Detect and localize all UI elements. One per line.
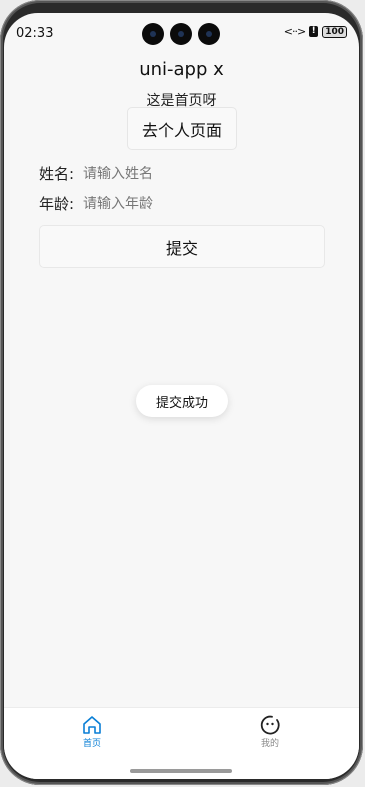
age-label: 年龄: [39,195,75,213]
phone-frame: 02:33 <··> ! 100 uni-app x 这是首页呀 去个人页面 姓… [0,0,363,785]
app-title: uni-app x [139,59,224,80]
camera-icon [142,23,164,45]
tab-home[interactable]: 首页 [62,714,122,749]
screen: 02:33 <··> ! 100 uni-app x 这是首页呀 去个人页面 姓… [4,13,359,779]
status-icons: <··> ! 100 [284,25,347,38]
tab-me[interactable]: 我的 [240,714,300,749]
profile-icon [260,715,280,735]
submit-button[interactable]: 提交 [39,225,325,268]
status-time: 02:33 [16,26,54,41]
tab-home-label: 首页 [82,739,101,749]
camera-icon [170,23,192,45]
name-input[interactable] [83,165,283,182]
alert-icon: ! [309,26,319,37]
home-icon [83,716,101,734]
toast-message: 提交成功 [136,385,228,417]
name-label: 姓名: [39,165,75,183]
go-personal-page-button[interactable]: 去个人页面 [127,107,237,150]
camera-icon [198,23,220,45]
age-input[interactable] [83,195,283,212]
battery-icon: 100 [322,25,347,38]
code-icon: <··> [283,25,306,38]
tab-me-label: 我的 [260,739,279,749]
name-row: 姓名: [39,163,283,184]
home-indicator[interactable] [130,769,232,773]
age-row: 年龄: [39,193,283,214]
